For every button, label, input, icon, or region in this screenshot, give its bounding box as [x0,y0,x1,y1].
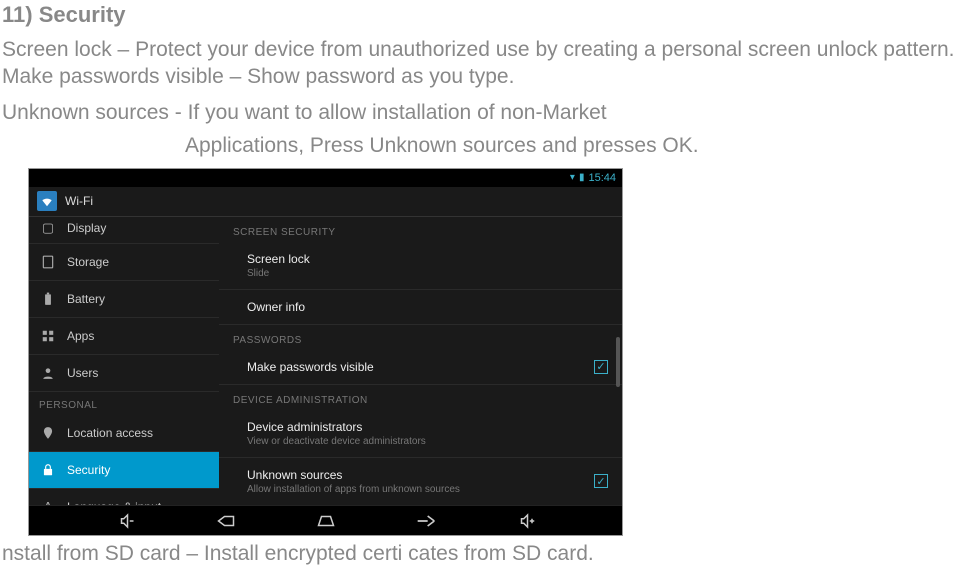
android-settings-screenshot: ▾ ▮ 15:44 Wi-Fi ▢ Display Storage [28,168,623,536]
sidebar-item-label: Battery [67,292,105,306]
nav-volume-up-icon[interactable] [511,512,541,530]
setting-subtitle: Allow installation of apps from unknown … [247,484,582,495]
battery-icon-sidebar [39,290,57,308]
sidebar-item-storage[interactable]: Storage [29,244,219,281]
scrollbar-thumb[interactable] [616,337,620,387]
page-heading: 11) Security [2,2,960,28]
setting-title: Device administrators [247,420,582,434]
wifi-header-bar[interactable]: Wi-Fi [29,187,622,217]
sidebar-item-battery[interactable]: Battery [29,281,219,318]
wifi-icon [37,191,57,211]
section-device-admin: DEVICE ADMINISTRATION [219,385,622,410]
sidebar-item-label: Security [67,463,110,477]
nav-back-icon[interactable] [211,514,241,528]
users-icon [39,364,57,382]
sidebar-item-label: Users [67,366,98,380]
wifi-signal-icon: ▾ [570,172,575,183]
section-screen-security: SCREEN SECURITY [219,217,622,242]
setting-screen-lock[interactable]: Screen lock Slide [219,242,622,290]
paragraph-bottom: nstall from SD card – Install encrypted … [2,542,958,566]
nav-volume-down-icon[interactable] [111,512,141,530]
android-navbar [29,505,622,536]
settings-panel: SCREEN SECURITY Screen lock Slide Owner … [219,217,622,505]
status-time: 15:44 [588,172,616,184]
setting-make-passwords-visible[interactable]: Make passwords visible ✓ [219,350,622,385]
nav-recent-icon[interactable] [411,514,441,528]
lock-icon [39,461,57,479]
sidebar-heading-personal: PERSONAL [29,392,219,415]
sidebar-item-label: Language & input [67,500,161,505]
setting-subtitle: Slide [247,268,582,279]
sidebar-item-location[interactable]: Location access [29,415,219,452]
setting-title: Screen lock [247,252,582,266]
sidebar-item-label: Apps [67,329,94,343]
setting-device-administrators[interactable]: Device administrators View or deactivate… [219,410,622,458]
display-icon: ▢ [39,219,57,237]
settings-sidebar: ▢ Display Storage Battery Apps [29,217,219,505]
sidebar-item-label: Location access [67,426,153,440]
sidebar-item-label: Storage [67,255,109,269]
setting-subtitle: View or deactivate device administrators [247,436,582,447]
location-icon [39,424,57,442]
apps-icon [39,327,57,345]
sidebar-item-users[interactable]: Users [29,355,219,392]
sidebar-item-display[interactable]: ▢ Display [29,217,219,244]
sidebar-item-language[interactable]: A Language & input [29,489,219,505]
wifi-label: Wi-Fi [65,194,93,208]
storage-icon [39,253,57,271]
setting-title: Owner info [247,300,582,314]
language-icon: A [39,498,57,505]
battery-icon: ▮ [579,172,585,183]
setting-title: Unknown sources [247,468,582,482]
sidebar-item-security[interactable]: Security [29,452,219,489]
checkbox-checked-icon[interactable]: ✓ [594,360,608,374]
setting-unknown-sources[interactable]: Unknown sources Allow installation of ap… [219,458,622,505]
paragraph-1: Screen lock – Protect your device from u… [2,36,958,91]
status-bar: ▾ ▮ 15:44 [29,169,622,187]
section-passwords: PASSWORDS [219,325,622,350]
sidebar-item-label: Display [67,221,106,235]
checkbox-checked-icon[interactable]: ✓ [594,474,608,488]
paragraph-3: Applications, Press Unknown sources and … [185,134,960,158]
content-area: ▢ Display Storage Battery Apps [29,217,622,505]
paragraph-2: Unknown sources - If you want to allow i… [2,99,958,126]
setting-owner-info[interactable]: Owner info [219,290,622,325]
nav-home-icon[interactable] [311,514,341,528]
sidebar-item-apps[interactable]: Apps [29,318,219,355]
setting-title: Make passwords visible [247,360,582,374]
